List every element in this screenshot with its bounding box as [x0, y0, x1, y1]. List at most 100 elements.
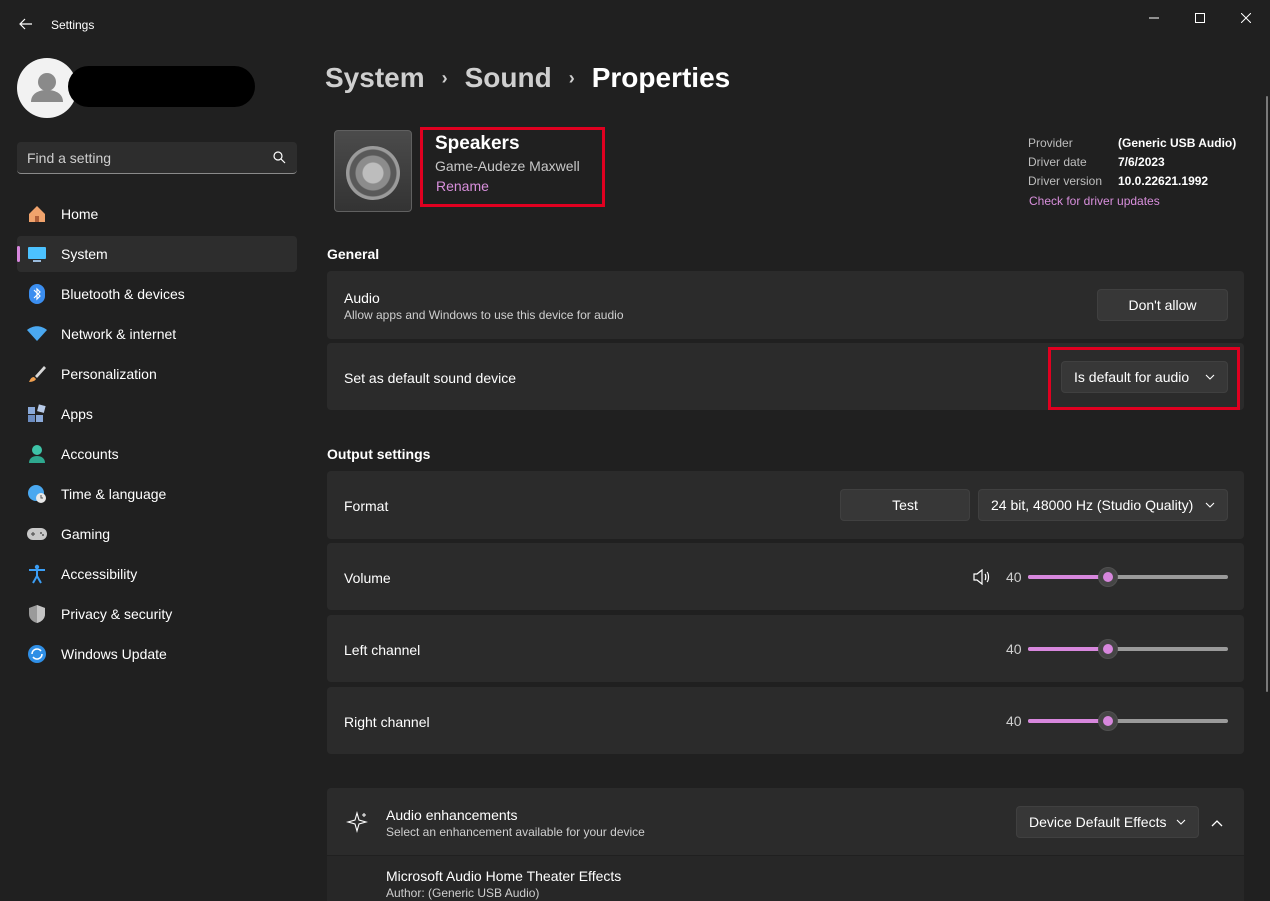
format-value: 24 bit, 48000 Hz (Studio Quality)	[991, 497, 1194, 513]
sidebar-item-accounts[interactable]: Accounts	[17, 436, 297, 472]
app-title: Settings	[51, 18, 95, 32]
check-driver-updates-link[interactable]: Check for driver updates	[1029, 194, 1160, 208]
sidebar-item-label: Bluetooth & devices	[61, 286, 185, 302]
effect-author: Author: (Generic USB Audio)	[386, 886, 540, 900]
output-section-title: Output settings	[327, 446, 431, 462]
sidebar-item-bluetooth[interactable]: Bluetooth & devices	[17, 276, 297, 312]
sidebar-item-network[interactable]: Network & internet	[17, 316, 297, 352]
driver-date-label: Driver date	[1028, 155, 1087, 169]
breadcrumb-sound[interactable]: Sound	[465, 62, 552, 94]
system-icon	[26, 244, 48, 264]
apps-icon	[26, 404, 48, 424]
format-card: Format Test 24 bit, 48000 Hz (Studio Qua…	[327, 471, 1244, 539]
volume-value: 40	[1006, 569, 1022, 585]
speaker-volume-icon[interactable]	[973, 568, 991, 590]
sidebar-item-personalization[interactable]: Personalization	[17, 356, 297, 392]
sidebar-item-label: Accounts	[61, 446, 119, 462]
right-channel-slider[interactable]	[1028, 711, 1228, 731]
format-title: Format	[344, 498, 389, 514]
volume-slider[interactable]	[1028, 567, 1228, 587]
globe-clock-icon	[26, 484, 48, 504]
driver-provider-label: Provider	[1028, 136, 1073, 150]
sidebar-item-gaming[interactable]: Gaming	[17, 516, 297, 552]
slider-thumb[interactable]	[1098, 711, 1118, 731]
maximize-icon	[1195, 13, 1205, 23]
update-icon	[26, 644, 48, 664]
sidebar-item-windows-update[interactable]: Windows Update	[17, 636, 297, 672]
format-dropdown[interactable]: 24 bit, 48000 Hz (Studio Quality)	[978, 489, 1228, 521]
shield-icon	[26, 604, 48, 624]
driver-provider-value: (Generic USB Audio)	[1118, 136, 1237, 150]
back-arrow-icon	[19, 18, 32, 30]
device-subtitle: Game-Audeze Maxwell	[435, 158, 580, 174]
sidebar-item-privacy[interactable]: Privacy & security	[17, 596, 297, 632]
left-channel-value: 40	[1006, 641, 1022, 657]
audio-description: Allow apps and Windows to use this devic…	[344, 308, 624, 322]
gamepad-icon	[26, 524, 48, 544]
sidebar-item-system[interactable]: System	[17, 236, 297, 272]
enhancement-effect-row: Microsoft Audio Home Theater Effects Aut…	[327, 856, 1244, 901]
close-button[interactable]	[1224, 6, 1268, 30]
chevron-up-icon[interactable]	[1211, 814, 1223, 832]
breadcrumb-system[interactable]: System	[325, 62, 425, 94]
minimize-icon	[1149, 17, 1159, 19]
audio-title: Audio	[344, 290, 380, 306]
sidebar-item-label: Personalization	[61, 366, 157, 382]
sidebar-item-label: Privacy & security	[61, 606, 173, 622]
page-title: Properties	[591, 62, 731, 93]
person-icon	[26, 444, 48, 464]
driver-version-label: Driver version	[1028, 174, 1103, 188]
redacted-username	[68, 66, 255, 107]
audio-enhancements-card: Audio enhancements Select an enhancement…	[327, 788, 1244, 855]
slider-fill	[1028, 719, 1108, 723]
sidebar-item-label: Time & language	[61, 486, 167, 502]
sparkle-icon	[345, 810, 369, 838]
general-section-title: General	[327, 246, 380, 262]
enhancements-value: Device Default Effects	[1029, 814, 1167, 830]
sidebar-item-home[interactable]: Home	[17, 196, 297, 232]
brush-icon	[26, 364, 48, 384]
search-icon[interactable]	[273, 151, 286, 169]
device-name: Speakers	[435, 133, 520, 154]
search-input[interactable]	[27, 148, 257, 168]
left-channel-slider[interactable]	[1028, 639, 1228, 659]
title-bar: Settings	[0, 0, 1270, 48]
speaker-cone	[346, 146, 400, 200]
sidebar-item-time-language[interactable]: Time & language	[17, 476, 297, 512]
sidebar-nav: Home System Bluetooth & devices Network …	[17, 196, 297, 676]
driver-date-value: 7/6/2023	[1118, 155, 1165, 169]
breadcrumb: System › Sound › Properties	[325, 58, 730, 98]
search-box[interactable]	[17, 142, 297, 174]
wifi-icon	[26, 324, 48, 344]
driver-version-value: 10.0.22621.1992	[1118, 174, 1209, 188]
sidebar-item-label: Network & internet	[61, 326, 177, 342]
chevron-down-icon	[1205, 500, 1215, 510]
rename-link[interactable]: Rename	[436, 178, 489, 194]
maximize-button[interactable]	[1178, 6, 1222, 30]
chevron-down-icon	[1176, 817, 1186, 827]
test-button[interactable]: Test	[840, 489, 970, 521]
default-device-highlight	[1048, 347, 1240, 410]
volume-title: Volume	[344, 570, 391, 586]
minimize-button[interactable]	[1132, 6, 1176, 30]
effect-title: Microsoft Audio Home Theater Effects	[386, 868, 622, 884]
audio-enhancements-description: Select an enhancement available for your…	[386, 825, 645, 839]
accessibility-icon	[26, 564, 48, 584]
sidebar-item-label: Windows Update	[61, 646, 167, 662]
sidebar-item-accessibility[interactable]: Accessibility	[17, 556, 297, 592]
left-channel-title: Left channel	[344, 642, 421, 658]
bluetooth-icon	[26, 284, 48, 304]
slider-thumb[interactable]	[1098, 639, 1118, 659]
slider-thumb[interactable]	[1098, 567, 1118, 587]
speaker-image	[334, 130, 412, 212]
dont-allow-button[interactable]: Don't allow	[1097, 289, 1228, 321]
audio-card: Audio Allow apps and Windows to use this…	[327, 271, 1244, 339]
back-button[interactable]	[12, 12, 40, 36]
audio-enhancements-title: Audio enhancements	[386, 807, 518, 823]
scrollbar[interactable]	[1266, 96, 1268, 692]
sidebar-item-apps[interactable]: Apps	[17, 396, 297, 432]
enhancements-dropdown[interactable]: Device Default Effects	[1016, 806, 1199, 838]
sidebar-item-label: Accessibility	[61, 566, 138, 582]
right-channel-title: Right channel	[344, 714, 430, 730]
default-device-title: Set as default sound device	[344, 370, 517, 386]
